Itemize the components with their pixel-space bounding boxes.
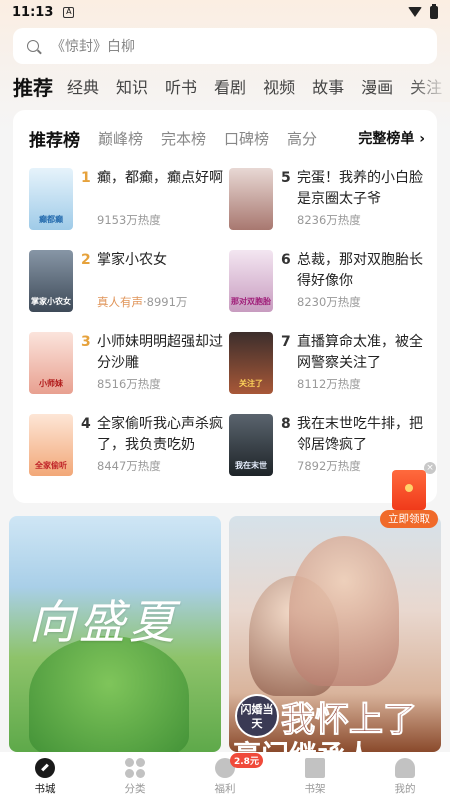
nav-bookstore[interactable]: 书城: [0, 752, 90, 800]
nav-bookshelf[interactable]: 书架: [270, 752, 360, 800]
wifi-icon: [408, 7, 422, 17]
ranking-list: 癫都癫 1 癫，都癫，癫点好啊 9153万热度 掌家小农女 2 掌家小农女 真人…: [29, 168, 429, 498]
tabs-fade: [410, 70, 450, 102]
book-title: 我在末世吃牛排，把邻居馋疯了: [297, 416, 423, 453]
book-title: 全家偷听我心声杀疯了，我负责吃奶: [97, 416, 223, 453]
status-icons: [408, 3, 438, 19]
banner-subtitle: 豪门继承人: [233, 734, 373, 752]
search-input[interactable]: 《惊封》白柳: [13, 28, 437, 64]
nav-label: 分类: [124, 783, 146, 795]
compass-icon: [35, 758, 55, 778]
status-time: 11:13: [12, 4, 54, 20]
rank-item[interactable]: 全家偷听 4 全家偷听我心声杀疯了，我负责吃奶 8447万热度: [29, 414, 229, 480]
search-icon: [27, 40, 39, 52]
book-title: 小师妹明明超强却过分沙雕: [97, 334, 223, 371]
rank-item[interactable]: 那对双胞胎 6 总裁，那对双胞胎长得好像你 8230万热度: [229, 250, 429, 316]
book-heat: 8112万热度: [297, 377, 361, 391]
rank-item[interactable]: 癫都癫 1 癫，都癫，癫点好啊 9153万热度: [29, 168, 229, 234]
grid-icon: [125, 758, 145, 778]
tree-illustration: [29, 636, 189, 752]
rank-number: 7: [281, 334, 291, 350]
book-heat: 8447万热度: [97, 459, 161, 473]
rank-number: 2: [81, 252, 91, 268]
book-heat: 7892万热度: [297, 459, 361, 473]
tab-comic[interactable]: 漫画: [361, 74, 393, 98]
red-packet-widget[interactable]: × 立即领取: [380, 462, 438, 528]
notification-icon: A: [63, 6, 75, 18]
full-ranking-link[interactable]: 完整榜单 ›: [344, 128, 425, 148]
book-cover: [229, 168, 273, 230]
red-envelope-icon: [392, 470, 426, 510]
book-cover: 癫都癫: [29, 168, 73, 230]
user-icon: [395, 758, 415, 778]
banner-title: 向盛夏: [29, 595, 179, 649]
book-cover: 我在末世: [229, 414, 273, 476]
rank-number: 4: [81, 416, 91, 432]
tab-audiobook[interactable]: 听书: [165, 74, 197, 98]
rank-item[interactable]: 关注了 7 直播算命太准，被全网警察关注了 8112万热度: [229, 332, 429, 398]
book-heat: 8230万热度: [297, 295, 361, 309]
rank-tab-high-score[interactable]: 高分: [287, 128, 317, 149]
bottom-nav: 书城 分类 2.8元 福利 书架 我的: [0, 752, 450, 800]
search-placeholder: 《惊封》白柳: [51, 39, 135, 55]
book-title: 癫，都癫，癫点好啊: [97, 170, 223, 186]
nav-category[interactable]: 分类: [90, 752, 180, 800]
nav-label: 福利: [214, 783, 236, 795]
book-title: 总裁，那对双胞胎长得好像你: [297, 252, 423, 289]
character-illustration: [289, 536, 399, 686]
rank-tab-recommend[interactable]: 推荐榜: [29, 126, 80, 151]
book-cover: 全家偷听: [29, 414, 73, 476]
rank-tab-peak[interactable]: 巅峰榜: [98, 128, 143, 149]
rank-item[interactable]: 5 完蛋！我养的小白脸是京圈太子爷 8236万热度: [229, 168, 429, 234]
ranking-card: 推荐榜 巅峰榜 完本榜 口碑榜 高分 完整榜单 › 癫都癫 1 癫，都癫，癫点好…: [13, 110, 437, 503]
book-cover: 掌家小农女: [29, 250, 73, 312]
nav-profile[interactable]: 我的: [360, 752, 450, 800]
status-bar: 11:13 A: [0, 0, 450, 24]
rank-item[interactable]: 掌家小农女 2 掌家小农女 真人有声·8991万: [29, 250, 229, 316]
rank-tab-finished[interactable]: 完本榜: [161, 128, 206, 149]
promo-banner-left[interactable]: 向盛夏: [9, 516, 221, 752]
book-cover: 关注了: [229, 332, 273, 394]
book-title: 完蛋！我养的小白脸是京圈太子爷: [297, 170, 423, 207]
rank-number: 8: [281, 416, 291, 432]
banner-seal: 闪婚当天: [235, 694, 279, 738]
nav-label: 我的: [394, 783, 416, 795]
book-heat: 8516万热度: [97, 377, 161, 391]
claim-button[interactable]: 立即领取: [380, 510, 438, 528]
rank-tab-reputation[interactable]: 口碑榜: [224, 128, 269, 149]
nav-label: 书架: [304, 783, 326, 795]
book-heat: 真人有声·8991万: [97, 295, 188, 309]
tab-knowledge[interactable]: 知识: [116, 74, 148, 98]
book-heat: 8236万热度: [297, 213, 361, 227]
tab-drama[interactable]: 看剧: [214, 74, 246, 98]
nav-welfare[interactable]: 2.8元 福利: [180, 752, 270, 800]
book-title: 直播算命太准，被全网警察关注了: [297, 334, 423, 371]
battery-icon: [430, 3, 438, 19]
rank-number: 6: [281, 252, 291, 268]
book-cover: 那对双胞胎: [229, 250, 273, 312]
nav-label: 书城: [34, 783, 56, 795]
rank-number: 3: [81, 334, 91, 350]
tab-recommend[interactable]: 推荐: [13, 72, 53, 101]
audio-tag: 真人有声: [97, 295, 143, 309]
promo-banner-right[interactable]: 闪婚当天 我怀上了 豪门继承人: [229, 516, 441, 752]
rank-item[interactable]: 小师妹 3 小师妹明明超强却过分沙雕 8516万热度: [29, 332, 229, 398]
rank-number: 1: [81, 170, 91, 186]
tab-story[interactable]: 故事: [312, 74, 344, 98]
category-tabs: 推荐 经典 知识 听书 看剧 视频 故事 漫画 关注: [13, 70, 450, 102]
book-heat: 9153万热度: [97, 213, 161, 227]
rank-number: 5: [281, 170, 291, 186]
book-icon: [305, 758, 325, 778]
book-cover: 小师妹: [29, 332, 73, 394]
tab-video[interactable]: 视频: [263, 74, 295, 98]
reward-badge: 2.8元: [230, 753, 263, 768]
book-title: 掌家小农女: [97, 252, 167, 268]
tab-classic[interactable]: 经典: [67, 74, 99, 98]
